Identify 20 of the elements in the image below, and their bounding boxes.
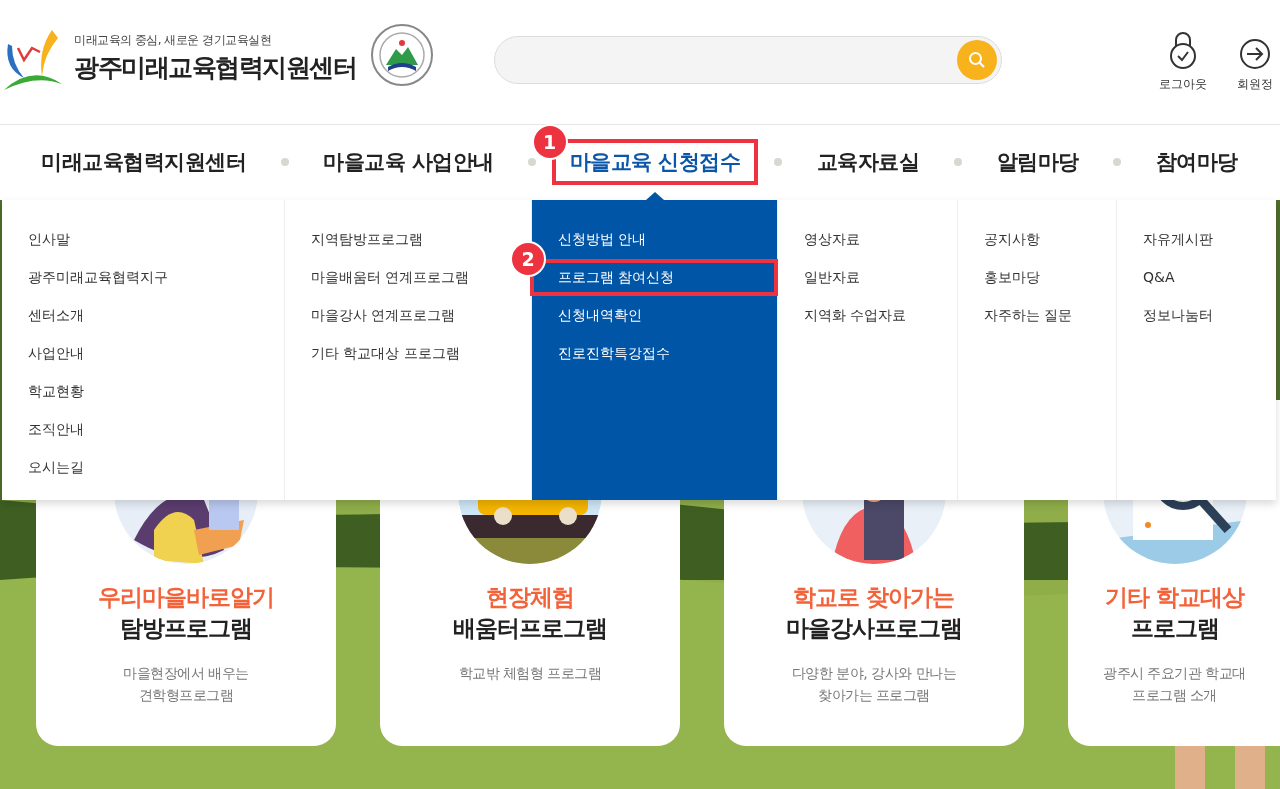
nav-tab[interactable]: 참여마당 [1155,148,1238,176]
separator-dot [954,158,962,166]
emblem-icon [370,23,434,87]
separator-dot [774,158,782,166]
search-field[interactable] [494,36,1002,84]
step-badge: 1 [531,124,568,160]
search-icon [968,51,986,69]
nav-tab[interactable]: 교육자료실 [816,148,920,176]
nav-tab[interactable]: 알림마당 [996,148,1079,176]
separator-dot [528,158,536,166]
search-button[interactable] [957,40,997,80]
nav-tab[interactable]: 마을교육 신청접수 [569,148,741,176]
separator-dot [281,158,289,166]
nav-tab[interactable]: 미래교육협력지원센터 [41,148,246,176]
nav-tab[interactable]: 마을교육 사업안내 [323,148,494,176]
member-link[interactable]: 회원정 [1237,76,1273,93]
separator-dot [1113,158,1121,166]
logout-link[interactable]: 로그아웃 [1159,76,1207,93]
tagline: 미래교육의 중심, 새로운 경기교육실현 [74,32,273,49]
site-title[interactable]: 광주미래교육협력지원센터 [74,51,356,84]
